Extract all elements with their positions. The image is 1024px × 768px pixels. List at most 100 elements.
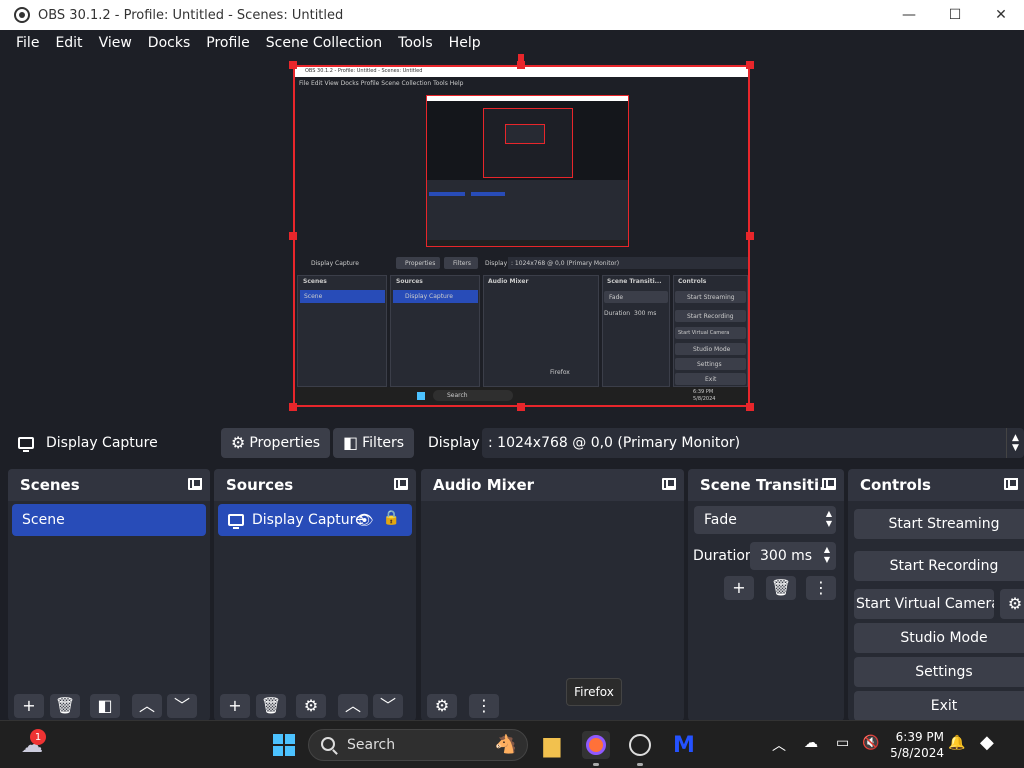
close-button[interactable]: ✕: [978, 0, 1024, 30]
menu-profile[interactable]: Profile: [198, 35, 258, 51]
mini-display-value: : 1024x768 @ 0,0 (Primary Monitor): [511, 260, 620, 267]
start-streaming-button[interactable]: Start Streaming: [854, 509, 1024, 539]
transition-menu-button[interactable]: ⋮: [806, 576, 836, 600]
chevron-up-icon[interactable]: ︿: [772, 735, 786, 755]
menu-help[interactable]: Help: [441, 35, 489, 51]
mini-start-recording: Start Recording: [687, 313, 734, 320]
gears-icon: ⚙: [434, 696, 450, 715]
trash-icon: 🗑: [770, 578, 792, 597]
duration-spinbox[interactable]: 300 ms ▲ ▼: [750, 542, 836, 570]
taskbar-clock[interactable]: 6:39 PM 5/8/2024: [888, 729, 944, 761]
malwarebytes-button[interactable]: M: [670, 731, 698, 759]
mini-source-name: Display Capture: [311, 260, 359, 267]
resize-handle-top-left[interactable]: [289, 61, 297, 69]
add-scene-button[interactable]: +: [14, 694, 44, 718]
scene-filters-button[interactable]: ◧: [90, 694, 120, 718]
undock-icon[interactable]: [188, 478, 202, 490]
spin-arrows-icon[interactable]: ▲ ▼: [824, 545, 830, 565]
add-source-button[interactable]: +: [220, 694, 250, 718]
move-scene-down-button[interactable]: ﹀: [167, 694, 197, 718]
mini-time: 6:39 PM: [693, 389, 714, 395]
bell-icon[interactable]: 🔔: [948, 735, 965, 751]
chevron-down-icon: ﹀: [379, 696, 396, 715]
copilot-icon[interactable]: ◆: [980, 732, 994, 753]
start-recording-button[interactable]: Start Recording: [854, 551, 1024, 581]
menu-edit[interactable]: Edit: [47, 35, 90, 51]
monitor-icon: [18, 437, 34, 452]
list-item[interactable]: Scene: [12, 504, 206, 536]
mini-studio-mode: Studio Mode: [693, 346, 731, 353]
windows-taskbar: ☁ 1 Search 🐴 ▆ M ︿ ☁ ▭ 🔇 6:39 PM 5/8/202…: [0, 720, 1024, 768]
move-source-down-button[interactable]: ﹀: [373, 694, 403, 718]
plus-icon: +: [732, 578, 746, 597]
table-row[interactable]: Display Capture 👁 🔒: [218, 504, 412, 536]
settings-button[interactable]: Settings: [854, 657, 1024, 687]
undock-icon[interactable]: [394, 478, 408, 490]
preview-canvas[interactable]: OBS 30.1.2 - Profile: Untitled - Scenes:…: [293, 65, 750, 407]
move-scene-up-button[interactable]: ︿: [132, 694, 162, 718]
undock-icon[interactable]: [662, 478, 676, 490]
source-properties-button[interactable]: ⚙: [296, 694, 326, 718]
trash-icon: 🗑: [54, 696, 76, 715]
move-source-up-button[interactable]: ︿: [338, 694, 368, 718]
menu-scene-collection[interactable]: Scene Collection: [258, 35, 390, 51]
menu-view[interactable]: View: [91, 35, 140, 51]
source-item-label: Display Capture: [252, 512, 364, 528]
chevron-down-icon: ﹀: [173, 696, 190, 715]
mini-filters: Filters: [453, 260, 471, 267]
resize-handle-top[interactable]: [517, 61, 525, 69]
menu-file[interactable]: File: [8, 35, 47, 51]
properties-button[interactable]: ⚙ Properties: [221, 428, 331, 458]
filters-button[interactable]: ◧ Filters: [333, 428, 415, 458]
network-icon[interactable]: ☁: [804, 735, 818, 751]
exit-button[interactable]: Exit: [854, 691, 1024, 721]
transition-select-value: Fade: [704, 512, 737, 528]
minimize-button[interactable]: —: [886, 0, 932, 30]
remove-scene-button[interactable]: 🗑: [50, 694, 80, 718]
add-transition-button[interactable]: +: [724, 576, 754, 600]
advanced-audio-button[interactable]: ⚙: [427, 694, 457, 718]
resize-handle-bottom-left[interactable]: [289, 403, 297, 411]
mini-menu: File Edit View Docks Profile Scene Colle…: [299, 80, 464, 87]
undock-icon[interactable]: [822, 478, 836, 490]
lock-icon[interactable]: 🔒: [383, 510, 400, 526]
resize-handle-left[interactable]: [289, 232, 297, 240]
transitions-title: Scene Transiti...: [700, 476, 837, 494]
display-icon[interactable]: ▭: [836, 735, 849, 751]
mini-duration: Duration: [604, 310, 631, 317]
resize-handle-top-right[interactable]: [746, 61, 754, 69]
start-virtual-camera-button[interactable]: Start Virtual Camera: [854, 589, 994, 619]
mixer-menu-button[interactable]: ⋮: [469, 694, 499, 718]
virtual-camera-settings-button[interactable]: ⚙: [1000, 589, 1024, 619]
mini-scene-item: Scene: [304, 293, 323, 300]
obs-taskbar-button[interactable]: [626, 731, 654, 759]
firefox-icon: [586, 735, 606, 755]
filters-label: Filters: [362, 435, 405, 451]
mini-title: OBS 30.1.2 - Profile: Untitled - Scenes:…: [305, 68, 423, 74]
obs-logo-icon: [14, 7, 30, 23]
studio-mode-button[interactable]: Studio Mode: [854, 623, 1024, 653]
menu-docks[interactable]: Docks: [140, 35, 198, 51]
maximize-button[interactable]: ☐: [932, 0, 978, 30]
remove-source-button[interactable]: 🗑: [256, 694, 286, 718]
start-button[interactable]: [270, 731, 298, 759]
eye-icon[interactable]: 👁: [355, 511, 374, 529]
resize-handle-bottom[interactable]: [517, 403, 525, 411]
window-title: OBS 30.1.2 - Profile: Untitled - Scenes:…: [38, 7, 344, 23]
resize-handle-right[interactable]: [746, 232, 754, 240]
resize-handle-bottom-right[interactable]: [746, 403, 754, 411]
firefox-button[interactable]: [582, 731, 610, 759]
undock-icon[interactable]: [1004, 478, 1018, 490]
firefox-tooltip: Firefox: [566, 678, 622, 706]
duration-value: 300 ms: [760, 548, 813, 564]
mini-start-virtual: Start Virtual Camera: [678, 330, 730, 336]
remove-transition-button[interactable]: 🗑: [766, 576, 796, 600]
transition-select[interactable]: Fade ▲ ▼: [694, 506, 836, 534]
taskbar-search-input[interactable]: Search 🐴: [308, 729, 528, 761]
volume-muted-icon[interactable]: 🔇: [862, 735, 879, 751]
display-select[interactable]: : 1024x768 @ 0,0 (Primary Monitor) ▲ ▼: [482, 428, 1024, 458]
filter-icon: ◧: [343, 433, 359, 452]
menu-tools[interactable]: Tools: [390, 35, 441, 51]
scenes-dock: Scenes Scene + 🗑 ◧ ︿ ﹀: [8, 469, 210, 721]
file-explorer-button[interactable]: ▆: [538, 731, 566, 759]
